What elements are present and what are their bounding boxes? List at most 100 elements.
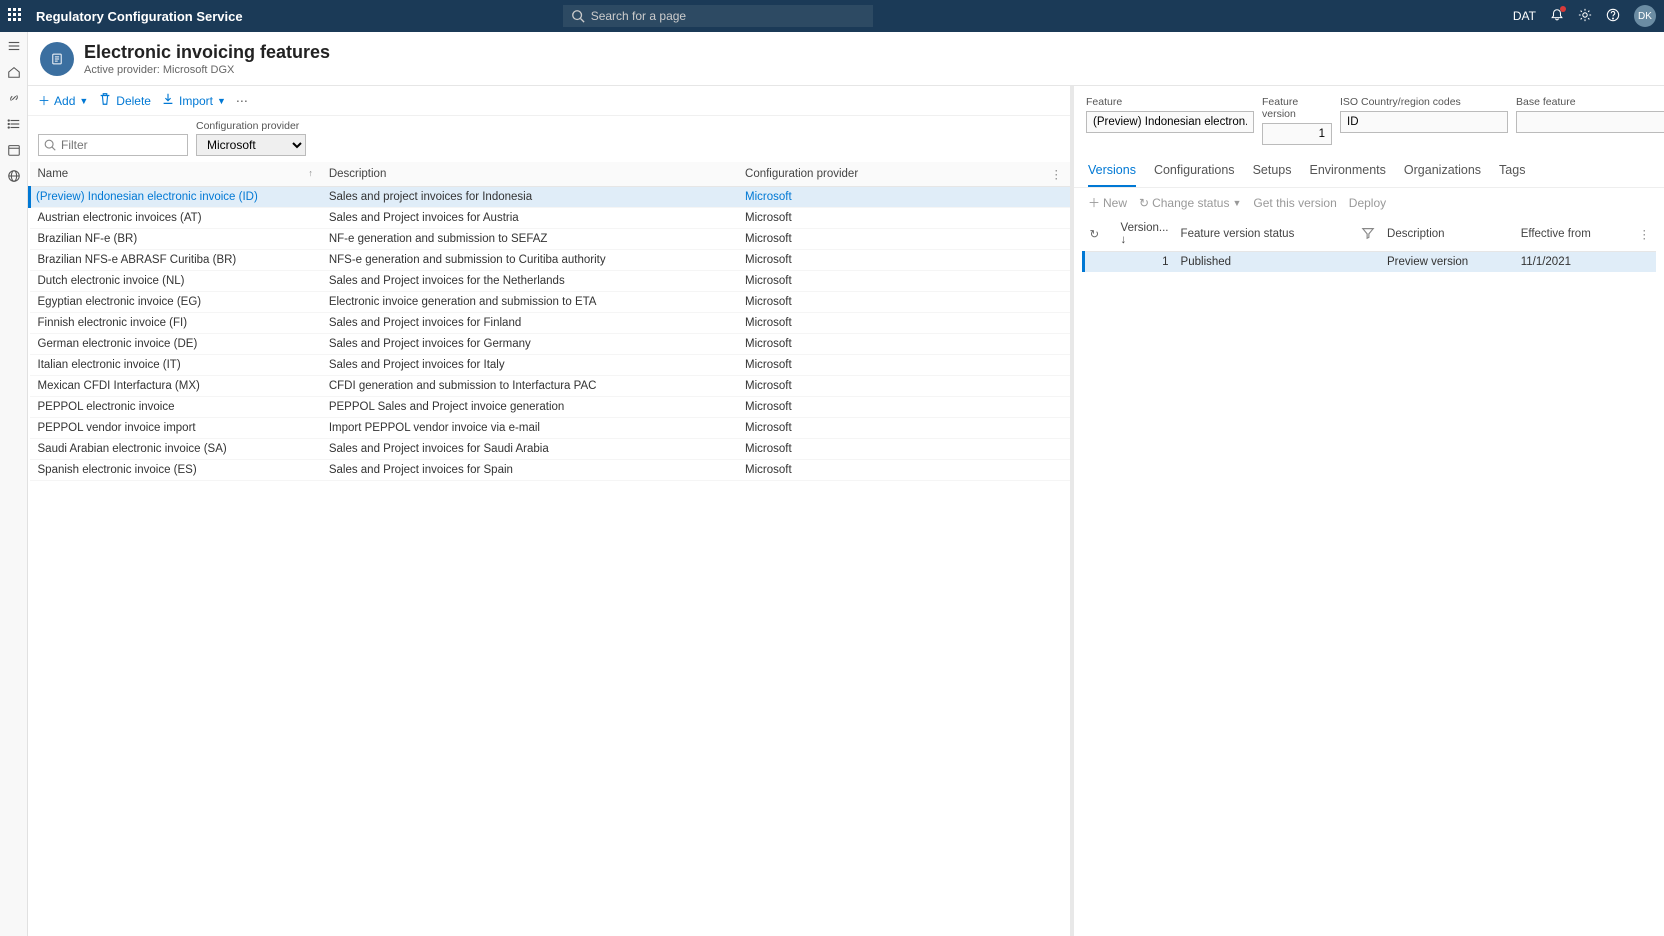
tab-tags[interactable]: Tags (1499, 163, 1525, 187)
page-title: Electronic invoicing features (84, 42, 330, 63)
sort-desc-icon: ↓ (1121, 234, 1127, 246)
vcol-status[interactable]: Feature version status (1175, 217, 1355, 252)
table-row[interactable]: Finnish electronic invoice (FI)Sales and… (30, 313, 1071, 334)
more-button[interactable]: ⋯ (236, 94, 248, 108)
cell-name: PEPPOL electronic invoice (30, 397, 321, 418)
cell-name: Austrian electronic invoices (AT) (30, 208, 321, 229)
import-label: Import (179, 94, 213, 108)
table-row[interactable]: PEPPOL electronic invoicePEPPOL Sales an… (30, 397, 1071, 418)
vcol-desc[interactable]: Description (1381, 217, 1515, 252)
get-version-button[interactable]: Get this version (1253, 196, 1336, 210)
table-row[interactable]: Spanish electronic invoice (ES)Sales and… (30, 460, 1071, 481)
link-icon[interactable] (6, 90, 22, 106)
trash-icon (98, 92, 112, 109)
iso-label: ISO Country/region codes (1340, 96, 1508, 108)
cell-desc: PEPPOL Sales and Project invoice generat… (321, 397, 737, 418)
vcell-desc: Preview version (1381, 252, 1515, 273)
cell-prov: Microsoft (737, 418, 1042, 439)
table-row[interactable]: Brazilian NF-e (BR)NF-e generation and s… (30, 229, 1071, 250)
tab-versions[interactable]: Versions (1088, 163, 1136, 187)
cell-prov: Microsoft (737, 229, 1042, 250)
feature-icon (40, 42, 74, 76)
cell-name: Italian electronic invoice (IT) (30, 355, 321, 376)
cell-prov: Microsoft (737, 376, 1042, 397)
vcell-status: Published (1175, 252, 1355, 273)
cell-desc: Sales and Project invoices for Germany (321, 334, 737, 355)
table-row[interactable]: Brazilian NFS-e ABRASF Curitiba (BR)NFS-… (30, 250, 1071, 271)
hamburger-icon[interactable] (6, 38, 22, 54)
home-icon[interactable] (6, 64, 22, 80)
vcol-more-icon[interactable]: ⋮ (1633, 217, 1657, 252)
app-launcher-icon[interactable] (8, 8, 24, 24)
table-row[interactable]: (Preview) Indonesian electronic invoice … (30, 187, 1071, 208)
col-more-icon[interactable]: ⋮ (1043, 162, 1071, 187)
filter-column-icon[interactable] (1355, 217, 1381, 252)
delete-label: Delete (116, 94, 151, 108)
cell-prov: Microsoft (737, 187, 1042, 208)
chevron-down-icon: ▼ (1232, 198, 1241, 208)
cell-name: Mexican CFDI Interfactura (MX) (30, 376, 321, 397)
import-button[interactable]: Import ▼ (161, 92, 226, 109)
tab-organizations[interactable]: Organizations (1404, 163, 1481, 187)
table-row[interactable]: Egyptian electronic invoice (EG)Electron… (30, 292, 1071, 313)
feature-value[interactable] (1086, 111, 1254, 133)
cell-name: Egyptian electronic invoice (EG) (30, 292, 321, 313)
table-row[interactable]: Italian electronic invoice (IT)Sales and… (30, 355, 1071, 376)
app-title: Regulatory Configuration Service (36, 9, 243, 24)
cell-prov: Microsoft (737, 271, 1042, 292)
new-version-button[interactable]: ＋ New (1088, 194, 1127, 211)
calendar-icon[interactable] (6, 142, 22, 158)
col-name[interactable]: Name ↑ (30, 162, 321, 187)
filter-input[interactable] (38, 134, 188, 156)
iso-value[interactable] (1340, 111, 1508, 133)
provider-filter-label: Configuration provider (196, 120, 306, 132)
plus-icon: ＋ (38, 92, 50, 109)
refresh-grid-icon[interactable]: ↻ (1084, 217, 1115, 252)
chevron-down-icon: ▼ (79, 96, 88, 106)
notifications-icon[interactable] (1550, 8, 1564, 25)
global-search[interactable] (563, 5, 873, 27)
settings-icon[interactable] (1578, 8, 1592, 25)
vcol-version[interactable]: Version... ↓ (1115, 217, 1175, 252)
cell-prov: Microsoft (737, 355, 1042, 376)
tab-setups[interactable]: Setups (1253, 163, 1292, 187)
cell-desc: Import PEPPOL vendor invoice via e-mail (321, 418, 737, 439)
table-row[interactable]: PEPPOL vendor invoice importImport PEPPO… (30, 418, 1071, 439)
cell-name: Spanish electronic invoice (ES) (30, 460, 321, 481)
add-button[interactable]: ＋ Add ▼ (38, 92, 88, 109)
version-row[interactable]: 1PublishedPreview version11/1/2021 (1084, 252, 1657, 273)
search-icon (571, 9, 585, 26)
table-row[interactable]: Austrian electronic invoices (AT)Sales a… (30, 208, 1071, 229)
page-subtitle: Active provider: Microsoft DGX (84, 64, 330, 76)
cell-name: Finnish electronic invoice (FI) (30, 313, 321, 334)
table-row[interactable]: Dutch electronic invoice (NL)Sales and P… (30, 271, 1071, 292)
version-label: Feature version (1262, 96, 1332, 120)
col-description[interactable]: Description (321, 162, 737, 187)
chevron-down-icon: ▼ (217, 96, 226, 106)
tab-environments[interactable]: Environments (1309, 163, 1385, 187)
list-icon[interactable] (6, 116, 22, 132)
search-input[interactable] (563, 5, 873, 27)
table-row[interactable]: Mexican CFDI Interfactura (MX)CFDI gener… (30, 376, 1071, 397)
vcol-eff[interactable]: Effective from (1515, 217, 1633, 252)
table-row[interactable]: Saudi Arabian electronic invoice (SA)Sal… (30, 439, 1071, 460)
refresh-icon: ↻ (1139, 196, 1149, 210)
deploy-button[interactable]: Deploy (1349, 196, 1386, 210)
cell-prov: Microsoft (737, 334, 1042, 355)
version-value[interactable] (1262, 123, 1332, 145)
table-row[interactable]: German electronic invoice (DE)Sales and … (30, 334, 1071, 355)
cell-prov: Microsoft (737, 439, 1042, 460)
delete-button[interactable]: Delete (98, 92, 151, 109)
basefeature-value[interactable] (1516, 111, 1664, 133)
provider-filter-select[interactable]: Microsoft (196, 134, 306, 156)
cell-name: Dutch electronic invoice (NL) (30, 271, 321, 292)
tab-configurations[interactable]: Configurations (1154, 163, 1235, 187)
globe-icon[interactable] (6, 168, 22, 184)
change-status-button[interactable]: ↻ Change status ▼ (1139, 196, 1241, 210)
col-provider[interactable]: Configuration provider (737, 162, 1042, 187)
basefeature-label: Base feature (1516, 96, 1664, 108)
user-avatar[interactable]: DK (1634, 5, 1656, 27)
add-label: Add (54, 94, 75, 108)
help-icon[interactable] (1606, 8, 1620, 25)
cell-name: Brazilian NFS-e ABRASF Curitiba (BR) (30, 250, 321, 271)
